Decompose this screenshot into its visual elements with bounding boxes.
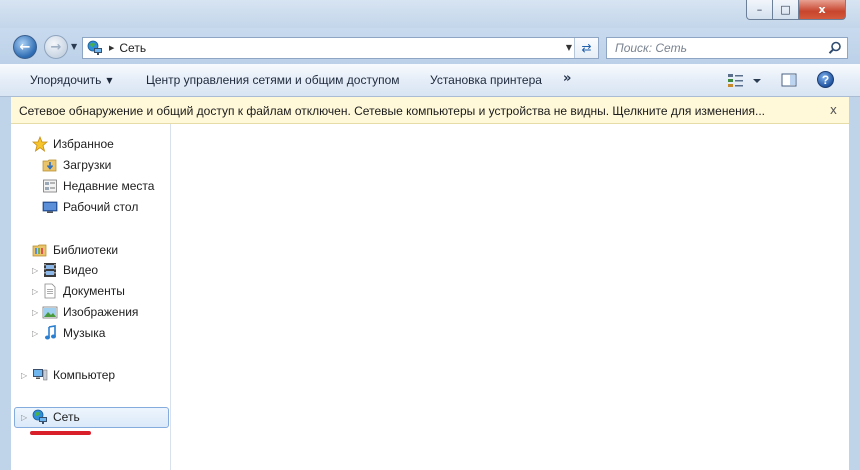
sidebar-item-downloads[interactable]: Загрузки: [42, 155, 111, 175]
sidebar-item-desktop[interactable]: Рабочий стол: [42, 197, 138, 217]
organize-label: Упорядочить: [30, 73, 102, 87]
sidebar-item-recent-places[interactable]: Недавние места: [42, 176, 154, 196]
chevron-down-icon: ▼: [106, 76, 113, 85]
more-commands-button[interactable]: »: [563, 71, 571, 86]
tree-computer[interactable]: Компьютер: [32, 365, 115, 385]
back-button[interactable]: ←: [13, 35, 37, 59]
preview-pane-icon[interactable]: [781, 72, 797, 88]
expand-arrow-icon[interactable]: ▷: [21, 371, 27, 380]
infobar-close-icon[interactable]: x: [830, 103, 837, 117]
breadcrumb-separator-icon[interactable]: ▶: [109, 44, 114, 52]
refresh-button[interactable]: ⇄: [574, 38, 598, 58]
back-arrow-icon: ←: [19, 39, 31, 55]
organize-button[interactable]: Упорядочить ▼: [30, 73, 113, 87]
star-icon: [32, 136, 48, 152]
libraries-folder-icon: [32, 244, 47, 257]
sidebar-item-documents[interactable]: Документы: [42, 281, 125, 301]
refresh-icon: ⇄: [581, 41, 592, 55]
breadcrumb-network[interactable]: Сеть: [119, 41, 146, 55]
video-label: Видео: [63, 263, 99, 277]
address-history-dropdown[interactable]: ▼: [566, 43, 572, 52]
computer-icon: [33, 369, 48, 381]
expand-arrow-icon[interactable]: ▷: [32, 266, 38, 275]
explorer-window: – □ x ← → ▼ ▶ Сеть ▼ ⇄ Поиск: Сеть Упоря…: [0, 0, 860, 470]
recent-places-label: Недавние места: [63, 179, 155, 193]
favorites-label: Избранное: [53, 137, 114, 151]
network-center-label: Центр управления сетями и общим доступом: [146, 73, 400, 87]
recent-places-icon: [43, 179, 57, 193]
libraries-label: Библиотеки: [53, 243, 119, 257]
forward-arrow-icon: →: [50, 39, 62, 55]
desktop-label: Рабочий стол: [63, 200, 139, 214]
title-bar: – □ x: [0, 0, 860, 28]
infobar-message[interactable]: Сетевое обнаружение и общий доступ к фай…: [19, 104, 765, 118]
expand-arrow-icon[interactable]: ▷: [21, 413, 27, 422]
content-pane[interactable]: [171, 124, 849, 470]
downloads-label: Загрузки: [63, 158, 112, 172]
sidebar-item-pictures[interactable]: Изображения: [42, 302, 138, 322]
network-discovery-infobar[interactable]: Сетевое обнаружение и общий доступ к фай…: [11, 97, 849, 124]
close-button[interactable]: x: [799, 0, 846, 20]
expand-arrow-icon[interactable]: ▷: [32, 287, 38, 296]
search-icon[interactable]: [828, 41, 842, 55]
tree-network[interactable]: Сеть: [32, 407, 80, 427]
tree-favorites[interactable]: Избранное: [32, 134, 114, 154]
tree-libraries[interactable]: Библиотеки: [32, 240, 118, 260]
expand-arrow-icon[interactable]: ▷: [32, 308, 38, 317]
sidebar-item-video[interactable]: Видео: [42, 260, 98, 280]
help-icon[interactable]: ?: [817, 71, 834, 88]
desktop-icon: [42, 201, 58, 213]
command-bar: Упорядочить ▼ Центр управления сетями и о…: [0, 64, 860, 97]
pictures-library-icon: [42, 306, 58, 319]
music-library-icon: [45, 325, 56, 340]
minimize-button[interactable]: –: [746, 0, 773, 20]
red-annotation-underline: [30, 431, 91, 435]
window-frame-left: [0, 97, 11, 470]
computer-label: Компьютер: [53, 368, 116, 382]
documents-label: Документы: [63, 284, 125, 298]
music-label: Музыка: [63, 326, 106, 340]
window-controls: – □ x: [746, 0, 846, 20]
add-printer-label: Установка принтера: [430, 73, 542, 87]
address-row: ← → ▼ ▶ Сеть ▼ ⇄ Поиск: Сеть: [0, 28, 860, 64]
expand-arrow-icon[interactable]: ▷: [32, 329, 38, 338]
search-input[interactable]: Поиск: Сеть: [615, 41, 687, 55]
sidebar-item-music[interactable]: Музыка: [42, 323, 105, 343]
maximize-button[interactable]: □: [773, 0, 799, 20]
recent-pages-dropdown[interactable]: ▼: [71, 42, 77, 51]
network-icon: [32, 409, 47, 424]
documents-library-icon: [44, 283, 56, 299]
video-library-icon: [44, 263, 56, 277]
forward-button[interactable]: →: [44, 35, 68, 59]
network-center-button[interactable]: Центр управления сетями и общим доступом: [146, 73, 400, 87]
pictures-label: Изображения: [63, 305, 139, 319]
network-icon: [87, 40, 102, 55]
network-label: Сеть: [53, 410, 80, 424]
search-box[interactable]: Поиск: Сеть: [606, 37, 848, 59]
downloads-folder-icon: [42, 159, 57, 172]
address-bar[interactable]: ▶ Сеть ▼ ⇄: [82, 37, 599, 59]
window-frame-right: [849, 97, 860, 470]
change-view-icon[interactable]: [727, 72, 763, 89]
add-printer-button[interactable]: Установка принтера: [430, 73, 542, 87]
